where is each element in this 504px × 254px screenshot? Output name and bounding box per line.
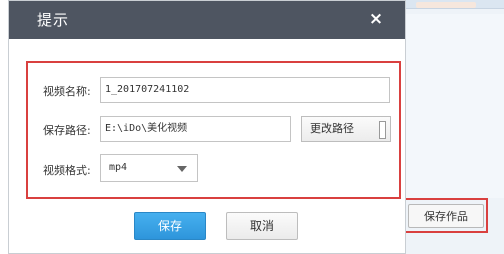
video-name-label: 视频名称: <box>43 85 91 98</box>
video-name-input[interactable]: 1_201707241102 <box>100 77 390 103</box>
video-format-label: 视频格式: <box>43 164 91 177</box>
chevron-down-icon <box>177 166 187 172</box>
change-path-label: 更改路径 <box>310 122 354 135</box>
background-canvas <box>406 14 504 198</box>
dialog-title: 提示 <box>37 11 70 29</box>
video-name-row: 视频名称: 1_201707241102 <box>43 77 403 105</box>
save-dialog: 提示 × 视频名称: 1_201707241102 保存路径: E:\iDo\美… <box>8 0 406 254</box>
background-thumbnail <box>416 2 476 8</box>
close-icon[interactable]: × <box>367 10 385 28</box>
dialog-titlebar: 提示 × <box>9 1 405 39</box>
highlight-box-save-work <box>401 198 488 233</box>
video-format-row: 视频格式: mp4 <box>43 154 263 182</box>
video-format-value: mp4 <box>109 162 128 173</box>
save-button[interactable]: 保存 <box>134 212 206 240</box>
change-path-button[interactable]: 更改路径 <box>301 116 391 142</box>
video-format-select[interactable]: mp4 <box>100 154 198 182</box>
cancel-button[interactable]: 取消 <box>226 212 298 240</box>
save-path-label: 保存路径: <box>43 124 91 137</box>
scroll-handle-icon <box>379 121 386 139</box>
save-path-row: 保存路径: E:\iDo\美化视频 更改路径 <box>43 116 403 144</box>
save-path-input[interactable]: E:\iDo\美化视频 <box>100 116 291 142</box>
